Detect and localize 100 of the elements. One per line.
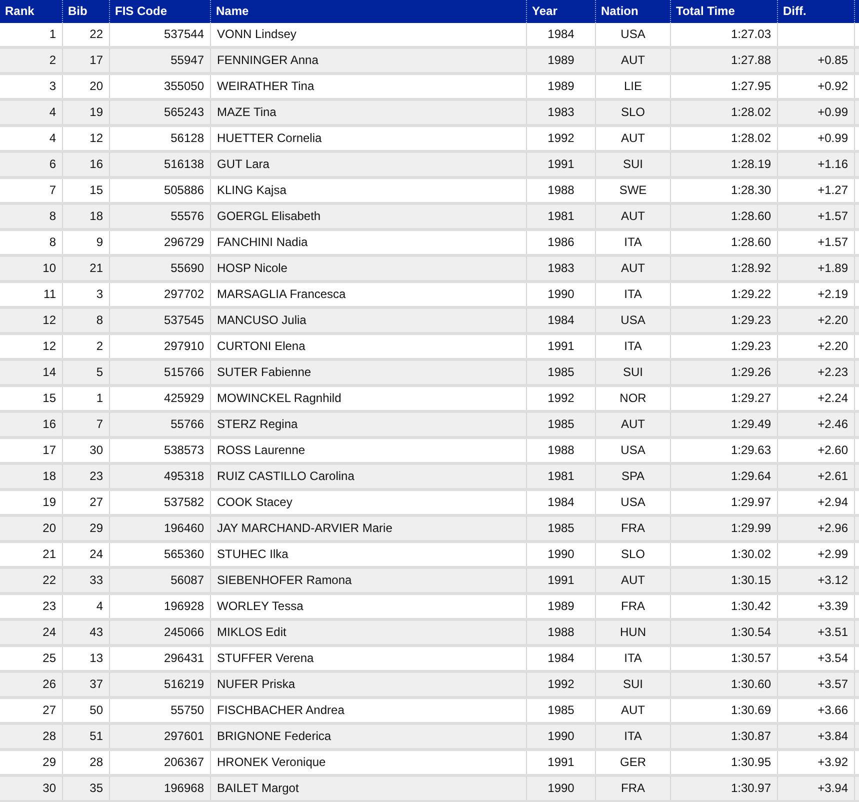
table-cell: 23 (0, 595, 63, 618)
table-cell: MIKLOS Edit (211, 621, 527, 644)
table-cell: USA (596, 439, 671, 462)
table-cell: FANCHINI Nadia (211, 231, 527, 254)
table-cell: 4 (63, 595, 110, 618)
table-cell: +0.85 (778, 49, 855, 72)
table-cell: 33 (63, 569, 110, 592)
table-cell: 1985 (527, 361, 596, 384)
table-cell: ITA (596, 231, 671, 254)
table-cell: 20 (63, 75, 110, 98)
table-cell: 50 (63, 699, 110, 722)
table-cell: 1:28.19 (671, 153, 778, 176)
table-cell: 1988 (527, 621, 596, 644)
table-cell: +1.27 (778, 179, 855, 202)
table-cell: 1992 (527, 127, 596, 150)
table-cell: 1986 (527, 231, 596, 254)
table-cell: AUT (596, 413, 671, 436)
table-cell: 1:29.97 (671, 491, 778, 514)
table-cell: 538573 (110, 439, 211, 462)
table-cell: 1989 (527, 49, 596, 72)
table-cell: 16 (0, 413, 63, 436)
table-cell: 1:28.02 (671, 127, 778, 150)
table-cell: 565243 (110, 101, 211, 124)
table-cell: CURTONI Elena (211, 335, 527, 358)
table-cell: 537544 (110, 23, 211, 46)
table-cell: WEIRATHER Tina (211, 75, 527, 98)
table-cell: 1:29.99 (671, 517, 778, 540)
table-cell: 8 (63, 309, 110, 332)
table-cell: 196460 (110, 517, 211, 540)
table-cell: 17 (0, 439, 63, 462)
table-cell: 1:30.87 (671, 725, 778, 748)
table-cell: BRIGNONE Federica (211, 725, 527, 748)
table-cell: HRONEK Veronique (211, 751, 527, 774)
table-cell: 355050 (110, 75, 211, 98)
table-cell: 2 (0, 49, 63, 72)
table-cell: 35 (63, 777, 110, 800)
table-cell: 28 (63, 751, 110, 774)
table-cell: 1991 (527, 751, 596, 774)
table-cell: 3 (0, 75, 63, 98)
table-cell: 26 (0, 673, 63, 696)
table-cell: 55750 (110, 699, 211, 722)
table-cell: SLO (596, 101, 671, 124)
table-cell: STERZ Regina (211, 413, 527, 436)
table-cell: +3.94 (778, 777, 855, 800)
table-cell: 15 (0, 387, 63, 410)
table-cell: WORLEY Tessa (211, 595, 527, 618)
table-cell: HOSP Nicole (211, 257, 527, 280)
table-cell: 1990 (527, 543, 596, 566)
table-cell: JAY MARCHAND-ARVIER Marie (211, 517, 527, 540)
table-cell: 1:29.27 (671, 387, 778, 410)
table-cell: 1992 (527, 673, 596, 696)
table-cell: 1984 (527, 309, 596, 332)
table-cell: AUT (596, 257, 671, 280)
table-cell: 29 (63, 517, 110, 540)
table-cell: 1:29.63 (671, 439, 778, 462)
table-cell: AUT (596, 205, 671, 228)
table-cell: +1.89 (778, 257, 855, 280)
table-cell: 1989 (527, 75, 596, 98)
table-cell: 1990 (527, 283, 596, 306)
table-cell: 495318 (110, 465, 211, 488)
table-cell: 30 (0, 777, 63, 800)
table-cell: SIEBENHOFER Ramona (211, 569, 527, 592)
table-cell: 27 (63, 491, 110, 514)
table-cell: ITA (596, 725, 671, 748)
table-cell: 297702 (110, 283, 211, 306)
table-cell: 7 (0, 179, 63, 202)
table-cell: +2.94 (778, 491, 855, 514)
table-cell: 22 (63, 23, 110, 46)
table-cell: SUTER Fabienne (211, 361, 527, 384)
table-cell: 1:29.23 (671, 309, 778, 332)
table-cell: 13 (63, 647, 110, 670)
table-cell: 1:28.60 (671, 205, 778, 228)
table-cell: KLING Kajsa (211, 179, 527, 202)
table-cell: SWE (596, 179, 671, 202)
table-cell: 12 (0, 335, 63, 358)
table-cell: +0.92 (778, 75, 855, 98)
table-cell: 515766 (110, 361, 211, 384)
table-cell: COOK Stacey (211, 491, 527, 514)
table-cell: 1984 (527, 491, 596, 514)
table-cell: 55576 (110, 205, 211, 228)
table-cell: 30 (63, 439, 110, 462)
table-cell: USA (596, 491, 671, 514)
table-cell: ITA (596, 283, 671, 306)
table-cell: HUN (596, 621, 671, 644)
table-cell: 537545 (110, 309, 211, 332)
table-cell: 1:27.88 (671, 49, 778, 72)
table-cell: +3.84 (778, 725, 855, 748)
table-cell: +2.20 (778, 309, 855, 332)
table-cell: 27 (0, 699, 63, 722)
table-cell: 5 (63, 361, 110, 384)
table-cell: 17 (63, 49, 110, 72)
table-cell: RUIZ CASTILLO Carolina (211, 465, 527, 488)
table-cell: 22 (0, 569, 63, 592)
table-cell: 56087 (110, 569, 211, 592)
table-cell: +2.46 (778, 413, 855, 436)
table-cell: ITA (596, 647, 671, 670)
table-cell: 1:30.57 (671, 647, 778, 670)
table-cell: +1.57 (778, 205, 855, 228)
table-cell: 1:30.95 (671, 751, 778, 774)
table-cell: +3.66 (778, 699, 855, 722)
